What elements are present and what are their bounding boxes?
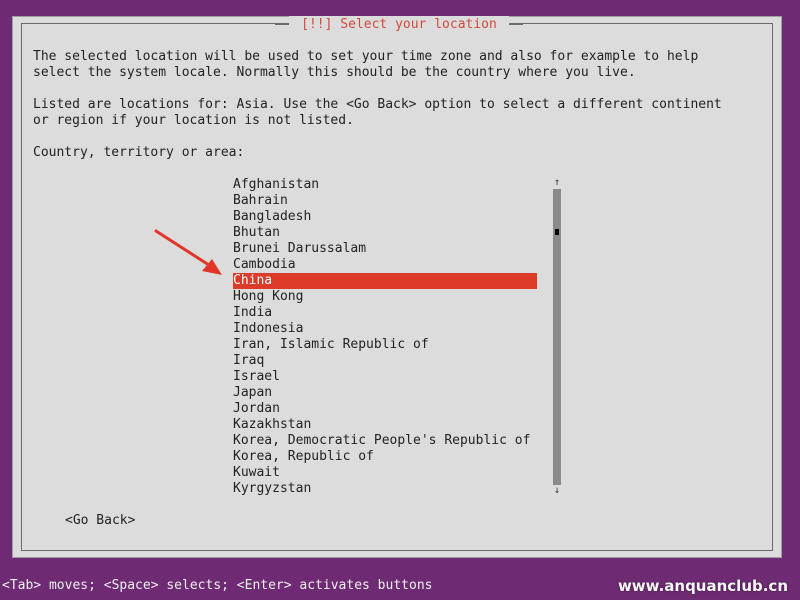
list-item-iran[interactable]: Iran, Islamic Republic of: [233, 337, 537, 353]
list-item-north-korea[interactable]: Korea, Democratic People's Republic of: [233, 433, 537, 449]
list-item-japan[interactable]: Japan: [233, 385, 537, 401]
scroll-up-icon[interactable]: ↑: [552, 177, 562, 189]
status-help-text: <Tab> moves; <Space> selects; <Enter> ac…: [2, 578, 433, 593]
list-item-hong-kong[interactable]: Hong Kong: [233, 289, 537, 305]
description-paragraph-2: Listed are locations for: Asia. Use the …: [33, 97, 722, 128]
list-prompt: Country, territory or area:: [33, 145, 245, 160]
list-item-afghanistan[interactable]: Afghanistan: [233, 177, 537, 193]
list-item-bhutan[interactable]: Bhutan: [233, 225, 537, 241]
list-item-iraq[interactable]: Iraq: [233, 353, 537, 369]
list-item-bahrain[interactable]: Bahrain: [233, 193, 537, 209]
list-item-israel[interactable]: Israel: [233, 369, 537, 385]
list-item-kyrgyzstan[interactable]: Kyrgyzstan: [233, 481, 537, 497]
description-paragraph-1: The selected location will be used to se…: [33, 49, 699, 80]
scroll-down-icon[interactable]: ↓: [552, 485, 562, 497]
list-item-cambodia[interactable]: Cambodia: [233, 257, 537, 273]
status-bar: <Tab> moves; <Space> selects; <Enter> ac…: [0, 576, 800, 596]
list-item-jordan[interactable]: Jordan: [233, 401, 537, 417]
list-item-china[interactable]: China: [233, 273, 537, 289]
list-item-kuwait[interactable]: Kuwait: [233, 465, 537, 481]
list-item-kazakhstan[interactable]: Kazakhstan: [233, 417, 537, 433]
scroll-track[interactable]: [553, 189, 561, 485]
scroll-thumb[interactable]: [555, 229, 559, 235]
list-scrollbar[interactable]: ↑ ↓: [553, 177, 561, 497]
dialog-title: [!!] Select your location: [275, 16, 523, 34]
country-list[interactable]: Afghanistan Bahrain Bangladesh Bhutan Br…: [233, 177, 537, 497]
list-item-indonesia[interactable]: Indonesia: [233, 321, 537, 337]
go-back-button[interactable]: <Go Back>: [65, 513, 135, 528]
watermark: www.anquanclub.cn: [617, 577, 788, 595]
list-item-india[interactable]: India: [233, 305, 537, 321]
list-item-brunei-darussalam[interactable]: Brunei Darussalam: [233, 241, 537, 257]
list-item-south-korea[interactable]: Korea, Republic of: [233, 449, 537, 465]
installer-dialog: [!!] Select your location The selected l…: [12, 16, 782, 558]
list-item-bangladesh[interactable]: Bangladesh: [233, 209, 537, 225]
